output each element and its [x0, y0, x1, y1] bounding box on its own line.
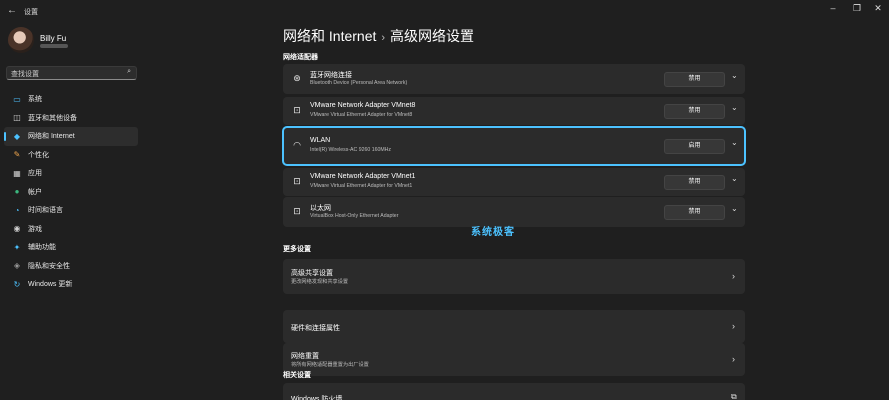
- ethernet-icon: ⊡: [293, 176, 301, 186]
- adapter-toggle-button[interactable]: 禁用: [664, 204, 725, 220]
- bluetooth-devices-icon: ◫: [13, 113, 21, 123]
- sidebar-item-label: 个性化: [28, 151, 49, 159]
- title-bar: ← 设置 – ❐ ✕: [0, 0, 889, 22]
- adapter-description: Bluetooth Device (Personal Area Network): [310, 80, 408, 86]
- sidebar-item-label: 辅助功能: [28, 244, 56, 252]
- sidebar-item[interactable]: ◔ 时间和语言: [4, 201, 138, 220]
- adapter-card[interactable]: ◠ WLAN Intel(R) Wireless-AC 9260 160MHz 启用 ⌄: [282, 126, 746, 166]
- sidebar-item-label: 游戏: [28, 225, 42, 233]
- main-content: 网络和 Internet › 高级网络设置 网络适配器 ⊛ 蓝牙网络连接 Bluetoo…: [282, 22, 746, 400]
- watermark: 系统极客: [471, 227, 515, 238]
- adapter-description: VMware Virtual Ethernet Adapter for VMne…: [310, 112, 413, 118]
- adapter-toggle-button[interactable]: 禁用: [664, 103, 725, 119]
- back-arrow-icon[interactable]: ←: [7, 5, 17, 16]
- adapter-name: 蓝牙网络连接: [310, 72, 352, 79]
- settings-link-card[interactable]: 硬件和连接属性 ›: [283, 310, 745, 343]
- settings-link-card[interactable]: 网络重置 将所有网络适配器重置为出厂设置 ›: [283, 343, 745, 376]
- adapter-name: VMware Network Adapter VMnet1: [310, 173, 416, 180]
- chevron-down-icon[interactable]: ⌄: [731, 204, 738, 213]
- sidebar-item[interactable]: ◫ 蓝牙和其他设备: [4, 109, 138, 128]
- update-icon: ↻: [13, 279, 21, 289]
- adapter-name: 以太网: [310, 205, 331, 212]
- sidebar-item-label: 系统: [28, 96, 42, 104]
- accessibility-icon: ✦: [13, 242, 21, 252]
- related-setting-card[interactable]: Windows 防火墙 ⧉: [283, 383, 745, 400]
- adapter-card[interactable]: ⊛ 蓝牙网络连接 Bluetooth Device (Personal Area N…: [283, 64, 745, 94]
- user-email-redacted: [40, 44, 68, 48]
- brush-icon: ✎: [13, 150, 21, 160]
- settings-link-title: 网络重置: [291, 352, 319, 360]
- settings-link-title: 硬件和连接属性: [291, 324, 340, 332]
- wifi-icon: ◆: [13, 131, 21, 141]
- search-placeholder: 查找设置: [11, 71, 39, 78]
- sidebar-item[interactable]: ◉ 游戏: [4, 220, 138, 239]
- wifi-icon: ◠: [293, 140, 301, 150]
- apps-icon: ▦: [13, 168, 21, 178]
- window-title: 设置: [24, 9, 38, 16]
- adapter-toggle-button[interactable]: 禁用: [664, 174, 725, 190]
- sidebar-item-label: 隐私和安全性: [28, 262, 70, 270]
- sidebar-item[interactable]: ✦ 辅助功能: [4, 238, 138, 257]
- adapter-card[interactable]: ⊡ VMware Network Adapter VMnet1 VMware Vir…: [283, 168, 745, 196]
- settings-link-description: 更改网络发现和共享设置: [291, 278, 349, 285]
- sidebar-item[interactable]: ◈ 隐私和安全性: [4, 257, 138, 276]
- sidebar-item-label: 时间和语言: [28, 207, 63, 215]
- related-setting-title: Windows 防火墙: [291, 396, 343, 400]
- settings-link-title: 高级共享设置: [291, 269, 333, 277]
- page-title: 高级网络设置: [390, 28, 475, 44]
- breadcrumb-parent[interactable]: 网络和 Internet: [283, 28, 376, 44]
- sidebar-item[interactable]: ◆ 网络和 Internet: [4, 127, 138, 146]
- chevron-down-icon[interactable]: ⌄: [731, 138, 738, 147]
- sidebar-item[interactable]: ● 帐户: [4, 183, 138, 202]
- adapter-description: Intel(R) Wireless-AC 9260 160MHz: [310, 147, 392, 153]
- sidebar-item-label: Windows 更新: [28, 281, 73, 289]
- close-button[interactable]: ✕: [864, 2, 889, 16]
- sidebar-item[interactable]: ▭ 系统: [4, 90, 138, 109]
- sidebar-item[interactable]: ▦ 应用: [4, 164, 138, 183]
- settings-link-card[interactable]: 高级共享设置 更改网络发现和共享设置 ›: [283, 259, 745, 294]
- chevron-down-icon[interactable]: ⌄: [731, 174, 738, 183]
- search-icon[interactable]: ⌕: [127, 68, 131, 76]
- breadcrumb-separator: ›: [381, 32, 386, 44]
- adapter-toggle-button[interactable]: 禁用: [664, 71, 725, 87]
- external-link-icon: ⧉: [731, 392, 737, 400]
- chevron-right-icon: ›: [732, 353, 735, 364]
- adapter-description: VMware Virtual Ethernet Adapter for VMne…: [310, 183, 413, 189]
- adapter-name: VMware Network Adapter VMnet8: [310, 102, 416, 109]
- monitor-icon: ▭: [13, 94, 21, 104]
- sidebar-nav: ▭ 系统 ◫ 蓝牙和其他设备 ◆ 网络和 Internet ✎ 个性化 ▦ 应用 ● 帐户 ◔ 时间和语言…: [4, 90, 138, 294]
- avatar[interactable]: [8, 27, 34, 53]
- shield-icon: ◈: [13, 261, 21, 271]
- adapter-name: WLAN: [310, 137, 331, 144]
- chevron-right-icon: ›: [732, 270, 735, 281]
- adapter-description: VirtualBox Host-Only Ethernet Adapter: [310, 213, 399, 219]
- section-title-related: 相关设置: [283, 372, 311, 379]
- sidebar-item[interactable]: ✎ 个性化: [4, 146, 138, 165]
- section-title-adapters: 网络适配器: [283, 54, 318, 61]
- sidebar-item-label: 帐户: [28, 188, 42, 196]
- account-icon: ●: [14, 187, 20, 197]
- sidebar-item[interactable]: ↻ Windows 更新: [4, 275, 138, 294]
- ethernet-icon: ⊡: [293, 206, 301, 216]
- search-input[interactable]: 查找设置 ⌕: [6, 66, 137, 80]
- breadcrumb: 网络和 Internet › 高级网络设置: [283, 26, 474, 46]
- sidebar-item-label: 网络和 Internet: [28, 133, 75, 141]
- gamepad-icon: ◉: [13, 224, 21, 234]
- chevron-down-icon[interactable]: ⌄: [731, 103, 738, 112]
- section-title-more: 更多设置: [283, 246, 311, 253]
- adapter-card[interactable]: ⊡ VMware Network Adapter VMnet8 VMware Vir…: [283, 97, 745, 125]
- adapter-toggle-button[interactable]: 启用: [664, 138, 725, 154]
- globe-clock-icon: ◔: [14, 205, 20, 215]
- ethernet-icon: ⊡: [293, 105, 301, 115]
- sidebar-item-label: 应用: [28, 170, 42, 178]
- bluetooth-network-icon: ⊛: [293, 73, 301, 83]
- settings-link-description: 将所有网络适配器重置为出厂设置: [291, 361, 369, 368]
- sidebar: Billy Fu 查找设置 ⌕ ▭ 系统 ◫ 蓝牙和其他设备 ◆ 网络和 Internet…: [0, 22, 145, 400]
- chevron-right-icon: ›: [732, 320, 735, 331]
- user-name: Billy Fu: [40, 34, 67, 43]
- chevron-down-icon[interactable]: ⌄: [731, 71, 738, 80]
- sidebar-item-label: 蓝牙和其他设备: [28, 114, 77, 122]
